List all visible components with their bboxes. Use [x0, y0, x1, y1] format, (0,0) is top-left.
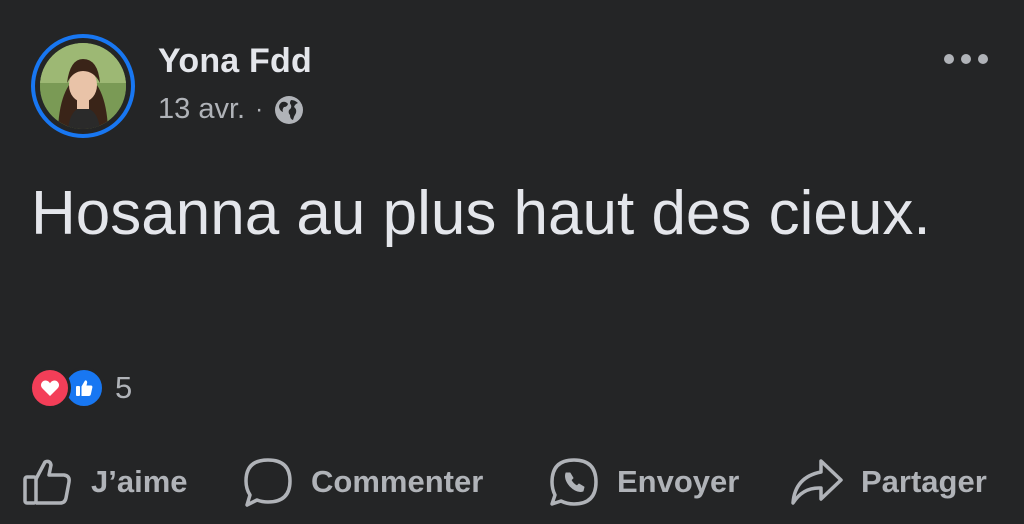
- share-button[interactable]: Partager: [789, 450, 987, 514]
- thumbs-up-icon: [21, 455, 75, 509]
- share-arrow-icon: [789, 455, 845, 509]
- post-actions-bar: J’aime Commenter Envoyer Partager: [0, 450, 1024, 514]
- like-label: J’aime: [91, 464, 188, 499]
- reactions-summary[interactable]: 5: [29, 367, 132, 409]
- like-button[interactable]: J’aime: [21, 450, 188, 514]
- post-text: Hosanna au plus haut des cieux.: [31, 179, 931, 248]
- send-button[interactable]: Envoyer: [547, 450, 739, 514]
- comment-label: Commenter: [311, 464, 484, 499]
- whatsapp-icon: [547, 455, 601, 509]
- love-icon: [29, 367, 71, 409]
- send-label: Envoyer: [617, 464, 740, 499]
- avatar-image: [40, 43, 126, 129]
- comment-button[interactable]: Commenter: [241, 450, 483, 514]
- reaction-count: 5: [115, 370, 133, 405]
- avatar[interactable]: [31, 34, 135, 138]
- globe-icon: [273, 94, 305, 126]
- post-date[interactable]: 13 avr.: [158, 93, 245, 126]
- more-options-icon[interactable]: [944, 50, 988, 68]
- meta-separator: ·: [255, 95, 264, 123]
- post-card: Yona Fdd 13 avr. · Hosanna au plus haut …: [0, 0, 1024, 524]
- share-label: Partager: [861, 464, 987, 499]
- comment-bubble-icon: [241, 455, 295, 509]
- author-name[interactable]: Yona Fdd: [158, 42, 312, 81]
- post-meta: 13 avr. ·: [158, 93, 305, 126]
